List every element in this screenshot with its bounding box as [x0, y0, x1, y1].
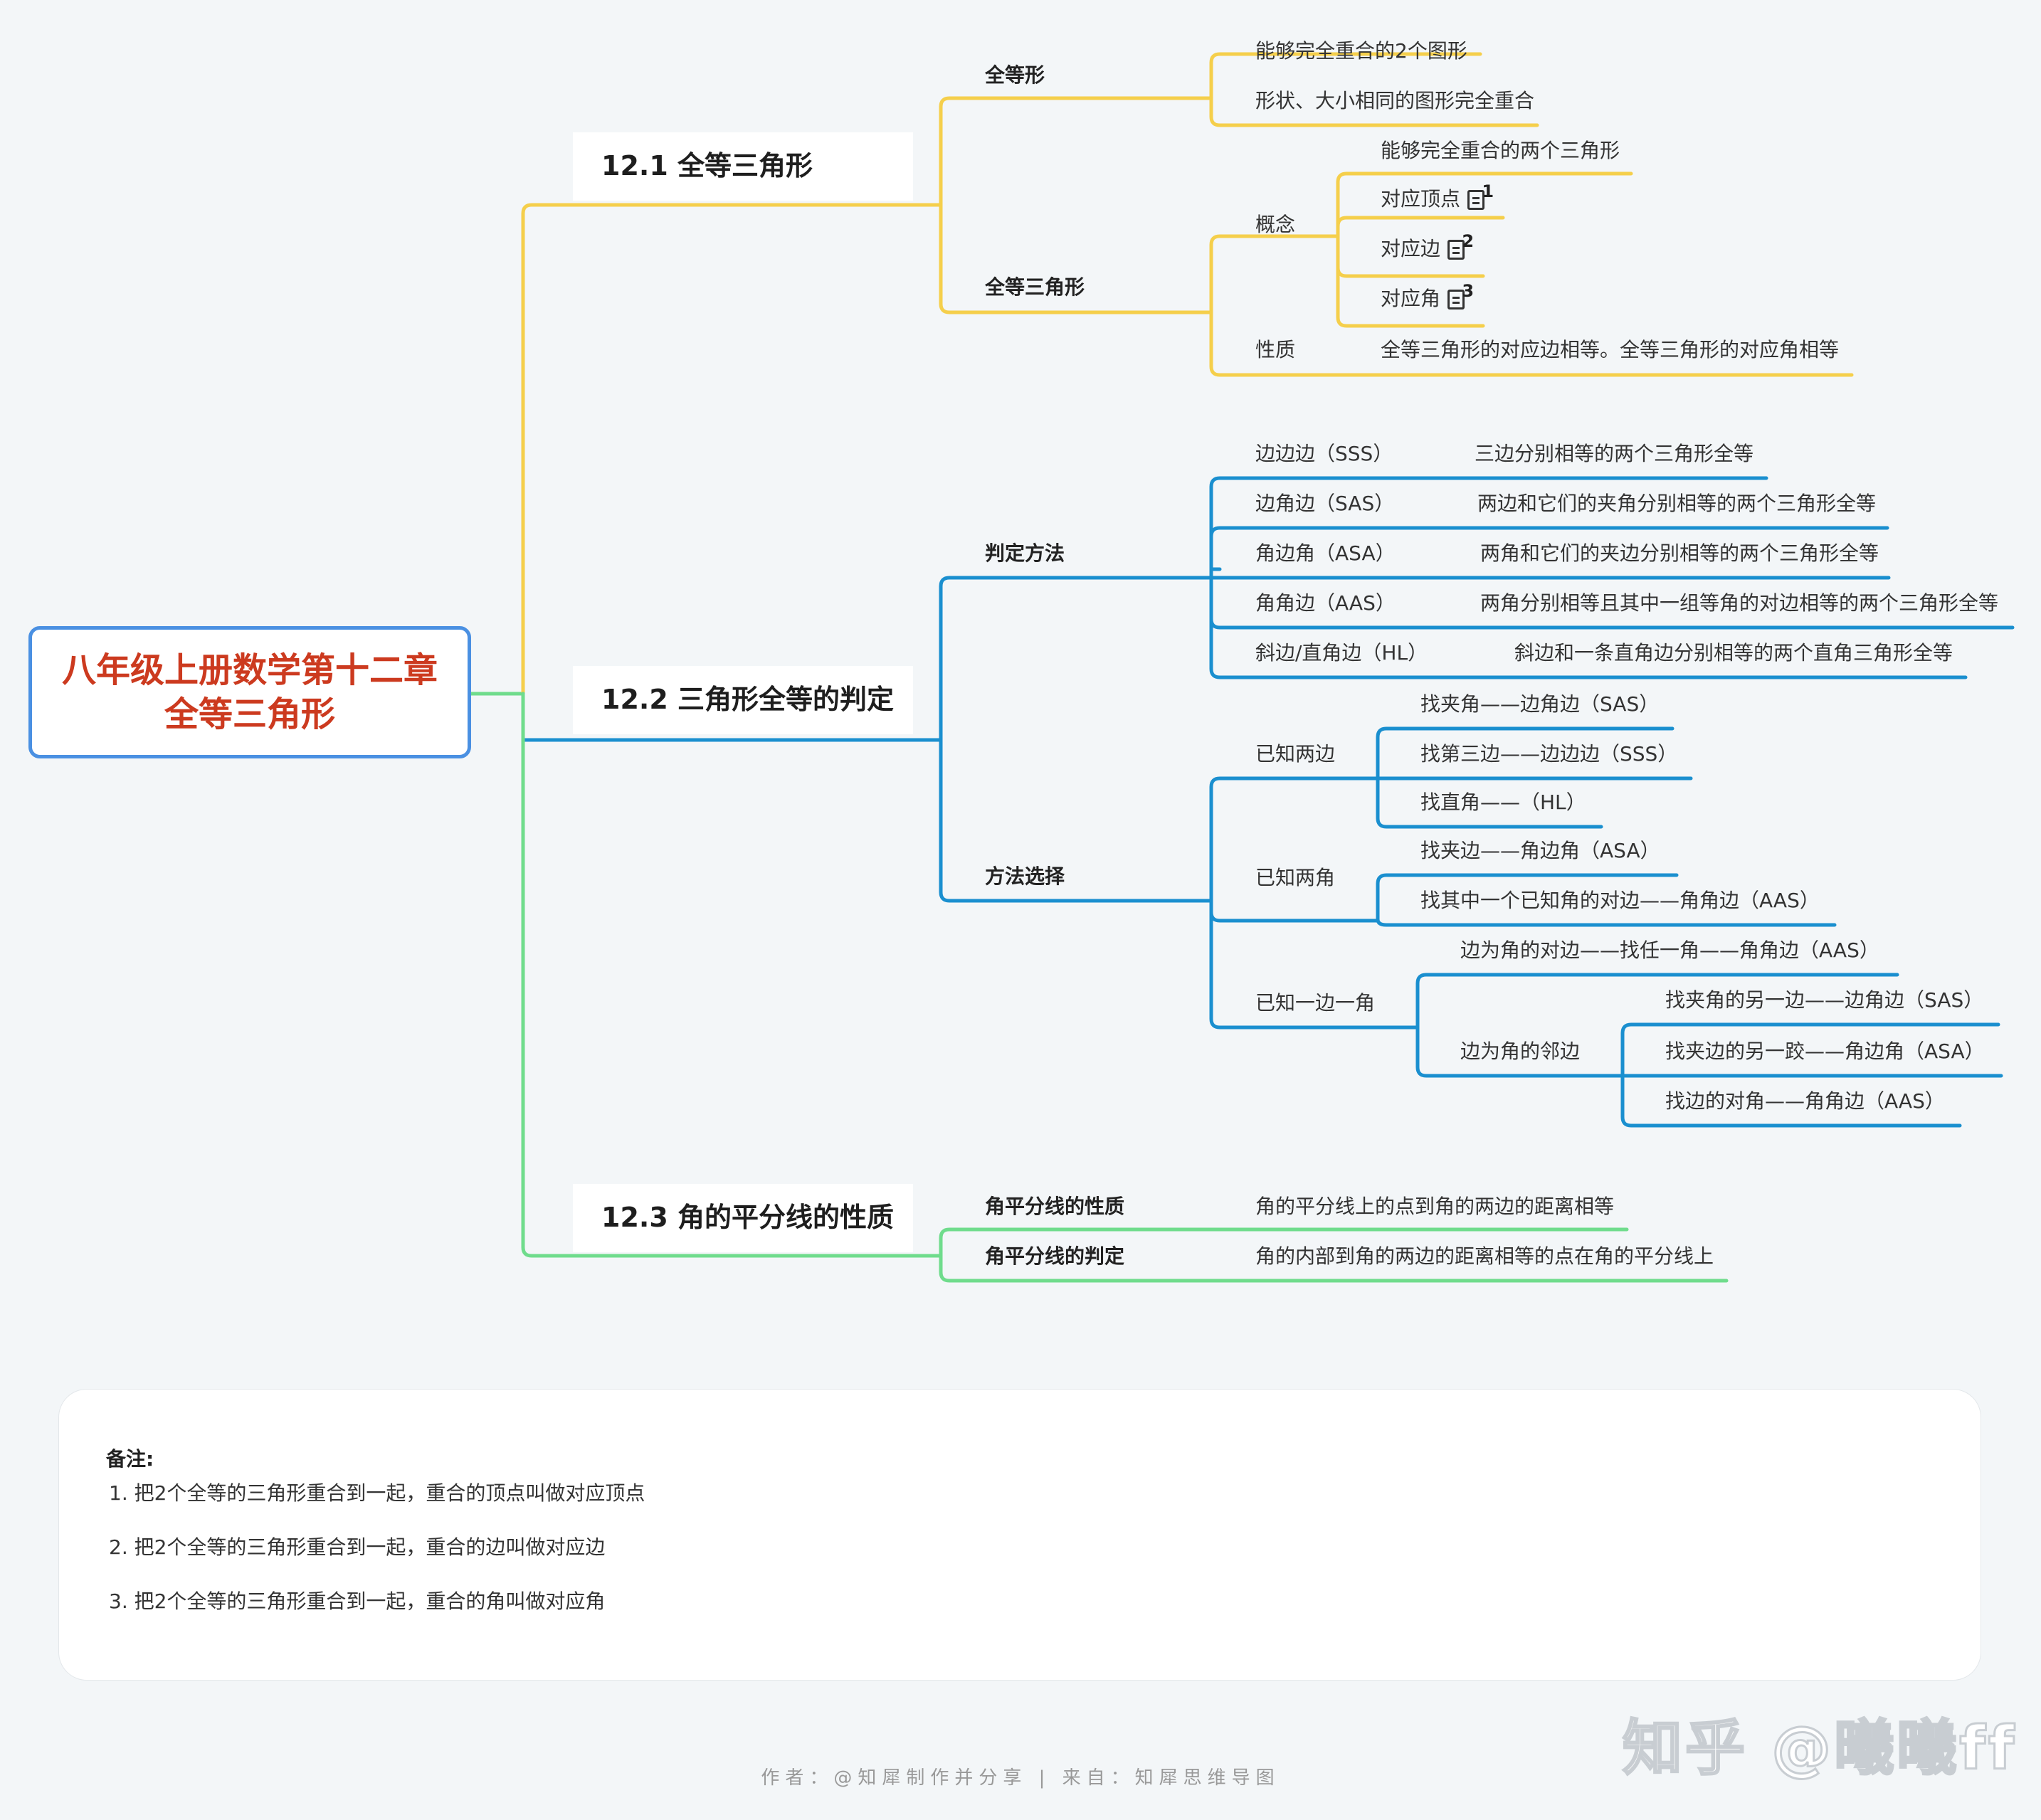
adjacent-option-2[interactable]: 找夹边的另一跤——角边角（ASA） — [1665, 1039, 1985, 1063]
method-aas-desc[interactable]: 两角分别相等且其中一组等角的对边相等的两个三角形全等 — [1480, 591, 1998, 615]
note-item-1: 1. 把2个全等的三角形重合到一起，重合的顶点叫做对应顶点 — [109, 1481, 645, 1505]
adjacent-option-3[interactable]: 找边的对角——角角边（AAS） — [1665, 1089, 1945, 1113]
topic-method-choice[interactable]: 方法选择 — [985, 864, 1065, 888]
two-sides-option-1[interactable]: 找夹角——边角边（SAS） — [1420, 692, 1659, 716]
root-title-line1: 八年级上册数学第十二章 — [61, 650, 438, 690]
corresponding-vertex-label: 对应顶点 — [1381, 187, 1461, 211]
topic-side-adjacent[interactable]: 边为角的邻边 — [1460, 1039, 1580, 1063]
topic-congruent-shape[interactable]: 全等形 — [985, 63, 1045, 87]
two-angles-option-1[interactable]: 找夹边——角边角（ASA） — [1420, 839, 1660, 862]
method-sas-desc[interactable]: 两边和它们的夹角分别相等的两个三角形全等 — [1477, 492, 1876, 515]
topic-congruent-triangle[interactable]: 全等三角形 — [985, 275, 1085, 299]
note-icon[interactable]: 2 — [1447, 231, 1474, 260]
note-number: 2 — [1462, 231, 1475, 251]
adjacent-option-1[interactable]: 找夹角的另一边——边角边（SAS） — [1665, 988, 1983, 1012]
footer-credit: 作者：@知犀制作并分享 | 来自：知犀思维导图 — [761, 1767, 1280, 1789]
topic-corresponding-side[interactable]: 对应边 2 — [1381, 231, 1474, 260]
two-sides-option-2[interactable]: 找第三边——边边边（SSS） — [1420, 742, 1677, 766]
corresponding-angle-label: 对应角 — [1381, 287, 1441, 310]
section1-card[interactable]: 12.1 全等三角形 — [573, 132, 913, 201]
section3-title: 12.3 角的平分线的性质 — [601, 1202, 894, 1233]
section3-card[interactable]: 12.3 角的平分线的性质 — [573, 1184, 913, 1252]
section2-connectors — [521, 476, 2015, 1128]
topic-two-angles-known[interactable]: 已知两角 — [1255, 866, 1335, 889]
section2-title: 12.2 三角形全等的判定 — [601, 684, 894, 715]
bisector-criterion-text[interactable]: 角的内部到角的两边的距离相等的点在角的平分线上 — [1255, 1244, 1714, 1268]
method-hl-desc[interactable]: 斜边和一条直角边分别相等的两个直角三角形全等 — [1514, 641, 1953, 665]
corresponding-side-label: 对应边 — [1381, 237, 1441, 260]
topic-property-text[interactable]: 全等三角形的对应边相等。全等三角形的对应角相等 — [1381, 338, 1839, 361]
root-topic[interactable]: 八年级上册数学第十二章 全等三角形 — [28, 626, 471, 758]
topic-congruent-shape-def[interactable]: 能够完全重合的2个图形 — [1255, 39, 1467, 63]
topic-concept[interactable]: 概念 — [1255, 213, 1295, 236]
two-angles-option-2[interactable]: 找其中一个已知角的对边——角角边（AAS） — [1420, 889, 1820, 912]
note-icon[interactable]: 3 — [1447, 281, 1474, 309]
note-number: 1 — [1482, 181, 1494, 201]
topic-corresponding-vertex[interactable]: 对应顶点 1 — [1381, 181, 1494, 211]
bisector-property-text[interactable]: 角的平分线上的点到角的两边的距离相等 — [1255, 1195, 1614, 1218]
method-asa-desc[interactable]: 两角和它们的夹边分别相等的两个三角形全等 — [1480, 541, 1879, 565]
side-angle-opposite[interactable]: 边为角的对边——找任一角——角角边（AAS） — [1460, 938, 1879, 962]
note-item-3: 3. 把2个全等的三角形重合到一起，重合的角叫做对应角 — [109, 1589, 606, 1613]
method-hl-name[interactable]: 斜边/直角边（HL） — [1255, 641, 1428, 665]
section2-card[interactable]: 12.2 三角形全等的判定 — [573, 666, 913, 734]
topic-corresponding-angle[interactable]: 对应角 3 — [1381, 281, 1474, 310]
topic-congruent-shape-desc[interactable]: 形状、大小相同的图形完全重合 — [1255, 89, 1534, 112]
topic-concept-definition[interactable]: 能够完全重合的两个三角形 — [1381, 139, 1620, 162]
notes-title: 备注: — [106, 1447, 154, 1471]
method-aas-name[interactable]: 角角边（AAS） — [1255, 591, 1396, 615]
root-title-line2: 全等三角形 — [164, 694, 335, 734]
topic-bisector-criterion[interactable]: 角平分线的判定 — [985, 1244, 1124, 1268]
method-asa-name[interactable]: 角边角（ASA） — [1255, 541, 1396, 565]
note-number: 3 — [1462, 281, 1475, 301]
method-sas-name[interactable]: 边角边（SAS） — [1255, 492, 1394, 515]
section1-title: 12.1 全等三角形 — [601, 150, 813, 181]
topic-two-sides-known[interactable]: 已知两边 — [1255, 742, 1335, 766]
two-sides-option-3[interactable]: 找直角——（HL） — [1420, 790, 1586, 814]
topic-bisector-property[interactable]: 角平分线的性质 — [985, 1195, 1124, 1218]
topic-property[interactable]: 性质 — [1255, 338, 1295, 361]
topic-side-angle-known[interactable]: 已知一边一角 — [1255, 991, 1375, 1015]
method-sss-desc[interactable]: 三边分别相等的两个三角形全等 — [1475, 442, 1753, 465]
topic-judgement-methods[interactable]: 判定方法 — [985, 541, 1065, 565]
notes-panel: 备注: 1. 把2个全等的三角形重合到一起，重合的顶点叫做对应顶点 2. 把2个… — [58, 1389, 1981, 1681]
note-item-2: 2. 把2个全等的三角形重合到一起，重合的边叫做对应边 — [109, 1535, 606, 1559]
note-icon[interactable]: 1 — [1467, 181, 1494, 210]
method-sss-name[interactable]: 边边边（SSS） — [1255, 442, 1393, 465]
